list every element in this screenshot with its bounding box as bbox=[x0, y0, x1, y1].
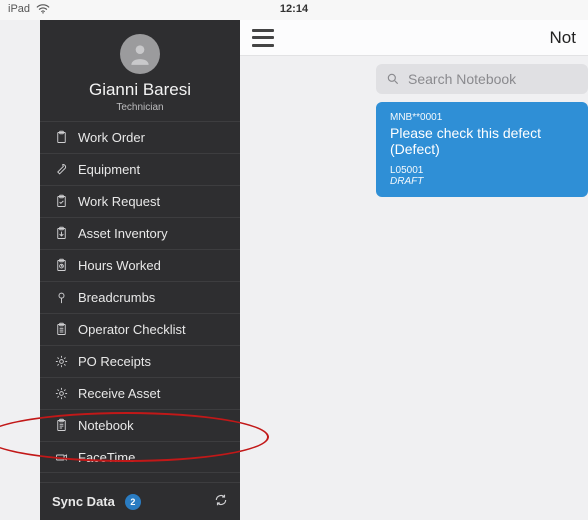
avatar bbox=[120, 34, 160, 74]
main: Not Search Notebook MNB**0001 Please che… bbox=[240, 20, 588, 520]
sidebar-item-work-request[interactable]: Work Request bbox=[40, 185, 240, 217]
sidebar-item-breadcrumbs[interactable]: Breadcrumbs bbox=[40, 281, 240, 313]
user-role: Technician bbox=[40, 102, 240, 113]
user-name: Gianni Baresi bbox=[40, 80, 240, 100]
gear-icon bbox=[50, 354, 72, 369]
wrench-icon bbox=[50, 162, 72, 177]
notebook-card[interactable]: MNB**0001 Please check this defect (Defe… bbox=[376, 102, 588, 197]
sidebar-item-notebook[interactable]: Notebook bbox=[40, 409, 240, 441]
clipboard-list-icon bbox=[50, 322, 72, 337]
page-title: Not bbox=[550, 28, 576, 48]
sidebar-item-work-order[interactable]: Work Order bbox=[40, 121, 240, 153]
camera-icon bbox=[50, 450, 72, 465]
sidebar-item-label: Receive Asset bbox=[78, 386, 160, 401]
sidebar-item-label: Notebook bbox=[78, 418, 134, 433]
card-title: Please check this defect (Defect) bbox=[390, 125, 574, 157]
search-input[interactable]: Search Notebook bbox=[376, 64, 588, 94]
sidebar-item-equipment[interactable]: Equipment bbox=[40, 153, 240, 185]
clipboard-check-icon bbox=[50, 194, 72, 209]
device-label: iPad bbox=[8, 3, 30, 15]
card-sub: L05001 bbox=[390, 165, 574, 176]
clipboard-clock-icon bbox=[50, 258, 72, 273]
profile[interactable]: Gianni Baresi Technician bbox=[40, 20, 240, 121]
sidebar-item-label: Work Request bbox=[78, 194, 160, 209]
sidebar-item-label: Operator Checklist bbox=[78, 322, 186, 337]
sidebar: Gianni Baresi Technician Work Order Equi… bbox=[40, 20, 240, 520]
sidebar-item-operator-checklist[interactable]: Operator Checklist bbox=[40, 313, 240, 345]
sidebar-item-label: FaceTime bbox=[78, 450, 135, 465]
sync-data[interactable]: Sync Data 2 bbox=[40, 482, 240, 520]
sidebar-item-facetime[interactable]: FaceTime bbox=[40, 441, 240, 473]
status-bar: iPad 12:14 bbox=[0, 0, 588, 20]
sidebar-item-label: Breadcrumbs bbox=[78, 290, 155, 305]
sidebar-item-receive-asset[interactable]: Receive Asset bbox=[40, 377, 240, 409]
sidebar-item-label: Equipment bbox=[78, 162, 140, 177]
sync-label: Sync Data bbox=[52, 494, 115, 509]
sidebar-menu: Work Order Equipment Work Request Asset … bbox=[40, 121, 240, 482]
sidebar-item-label: Work Order bbox=[78, 130, 145, 145]
clipboard-down-icon bbox=[50, 226, 72, 241]
sidebar-item-label: Asset Inventory bbox=[78, 226, 168, 241]
card-code: MNB**0001 bbox=[390, 112, 574, 123]
sync-badge: 2 bbox=[125, 494, 141, 510]
search-placeholder: Search Notebook bbox=[408, 71, 516, 87]
topbar: Not bbox=[240, 20, 588, 56]
sidebar-item-asset-inventory[interactable]: Asset Inventory bbox=[40, 217, 240, 249]
sidebar-item-po-receipts[interactable]: PO Receipts bbox=[40, 345, 240, 377]
clipboard-icon bbox=[50, 130, 72, 145]
wifi-icon bbox=[36, 4, 50, 14]
sidebar-item-hours-worked[interactable]: Hours Worked bbox=[40, 249, 240, 281]
clipboard-icon bbox=[50, 418, 72, 433]
card-status: DRAFT bbox=[390, 176, 574, 187]
pin-icon bbox=[50, 290, 72, 305]
search-icon bbox=[386, 72, 400, 86]
sidebar-item-label: Hours Worked bbox=[78, 258, 161, 273]
refresh-icon[interactable] bbox=[214, 493, 228, 510]
menu-icon[interactable] bbox=[252, 29, 274, 47]
gear-icon bbox=[50, 386, 72, 401]
sidebar-item-label: PO Receipts bbox=[78, 354, 151, 369]
clock: 12:14 bbox=[280, 3, 308, 15]
